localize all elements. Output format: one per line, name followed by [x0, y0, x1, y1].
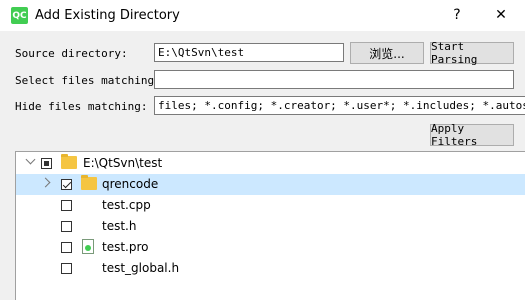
- root-checkbox[interactable]: [41, 158, 52, 169]
- hide-files-input[interactable]: files; *.config; *.creator; *.user*; *.i…: [154, 96, 525, 115]
- tree-row-test-global-h[interactable]: test_global.h: [16, 258, 525, 279]
- test-global-h-checkbox[interactable]: [61, 263, 72, 274]
- start-parsing-button[interactable]: Start Parsing: [430, 40, 514, 66]
- title-bar: QC Add Existing Directory ? ✕: [0, 0, 525, 31]
- tree-item-label: qrencode: [102, 177, 159, 191]
- source-directory-label: Source directory:: [15, 47, 128, 60]
- window-title: Add Existing Directory: [35, 8, 180, 23]
- test-pro-checkbox[interactable]: [61, 242, 72, 253]
- tree-item-label: test.pro: [102, 240, 149, 254]
- collapse-chevron-icon[interactable]: [40, 177, 51, 188]
- browse-button[interactable]: 浏览...: [350, 42, 424, 64]
- test-h-checkbox[interactable]: [61, 221, 72, 232]
- qt-creator-app-icon: QC: [11, 7, 28, 24]
- tree-row-test-h[interactable]: test.h: [16, 216, 525, 237]
- start-parsing-label: Start Parsing: [431, 40, 478, 66]
- tree-item-label: test.h: [102, 219, 137, 233]
- close-button[interactable]: ✕: [491, 5, 511, 25]
- expand-chevron-icon[interactable]: [25, 154, 36, 165]
- apply-filters-label: Apply Filters: [431, 122, 478, 148]
- file-tree[interactable]: E:\QtSvn\test qrencode test.cpp test.h t…: [15, 151, 525, 300]
- folder-icon: [81, 175, 97, 190]
- qt-project-file-icon: [82, 239, 94, 254]
- test-cpp-checkbox[interactable]: [61, 200, 72, 211]
- apply-filters-button[interactable]: Apply Filters: [430, 122, 514, 148]
- tree-row-qrencode[interactable]: qrencode: [16, 174, 525, 195]
- tree-row-test-cpp[interactable]: test.cpp: [16, 195, 525, 216]
- tree-row-test-pro[interactable]: test.pro: [16, 237, 525, 258]
- help-button[interactable]: ?: [447, 5, 467, 25]
- select-files-label: Select files matching:: [15, 74, 161, 87]
- folder-icon: [61, 154, 77, 169]
- hide-files-label: Hide files matching:: [15, 100, 148, 113]
- tree-root-label: E:\QtSvn\test: [83, 156, 163, 170]
- source-directory-input[interactable]: E:\QtSvn\test: [154, 43, 344, 62]
- browse-button-label: 浏览...: [369, 46, 405, 61]
- qrencode-checkbox[interactable]: [61, 179, 72, 190]
- tree-item-label: test.cpp: [102, 198, 151, 212]
- select-files-input[interactable]: [154, 70, 514, 89]
- tree-item-label: test_global.h: [102, 261, 180, 275]
- tree-row-root[interactable]: E:\QtSvn\test: [16, 153, 525, 174]
